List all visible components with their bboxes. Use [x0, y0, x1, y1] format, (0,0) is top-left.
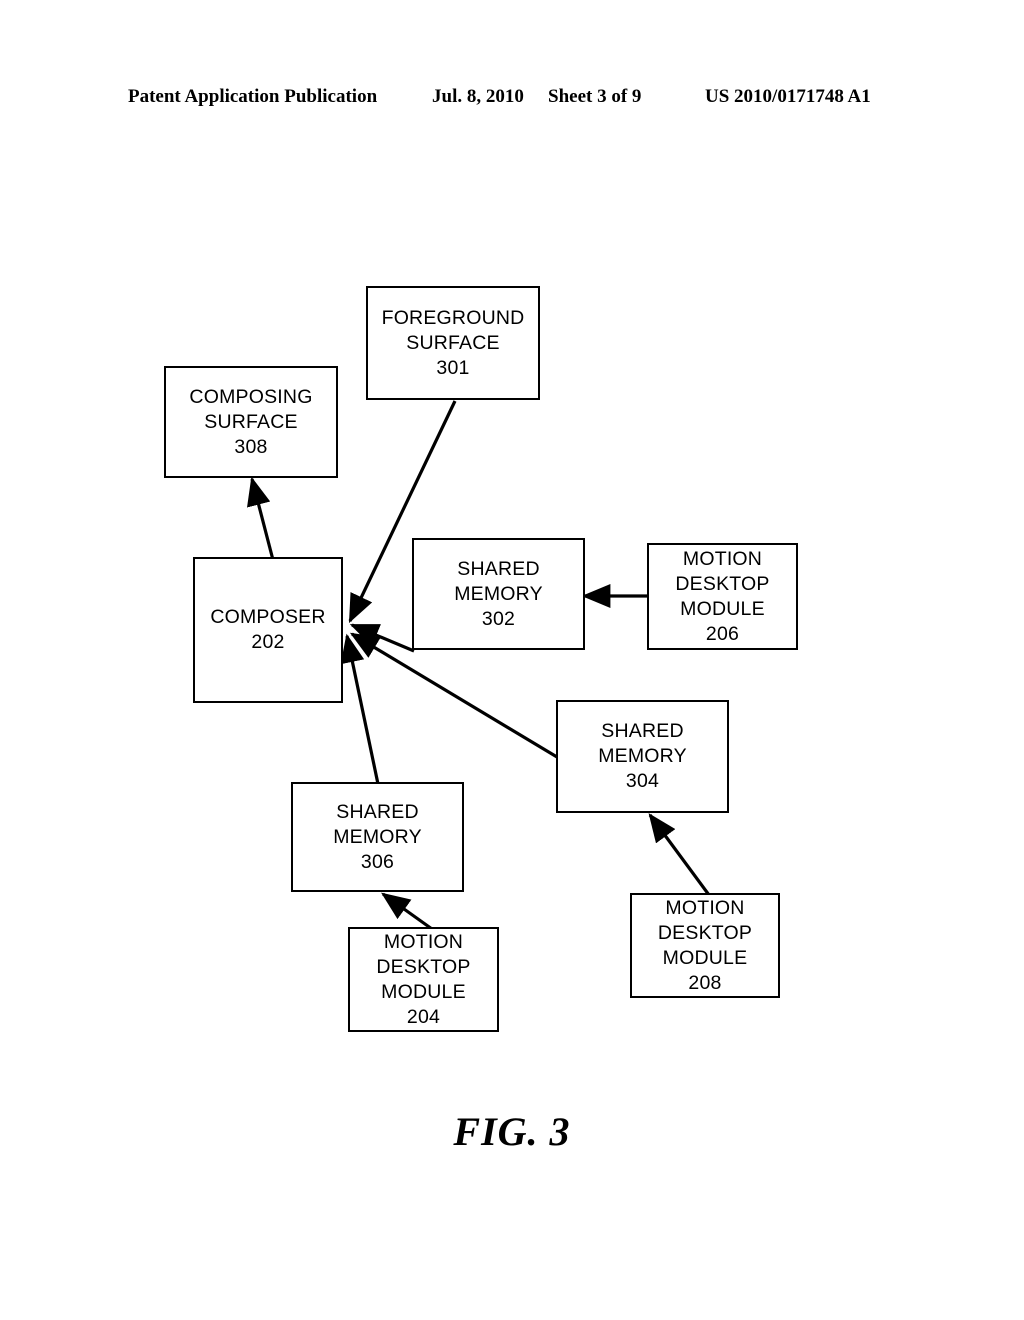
- node-label-line: MODULE: [662, 946, 748, 969]
- diagram-connector-layer: [247, 400, 711, 931]
- node-label-line: DESKTOP: [675, 572, 770, 595]
- node-reference-numeral: 308: [234, 435, 268, 458]
- edge-shared-memory-304-to-composer: [349, 632, 558, 759]
- node-reference-numeral: 301: [436, 356, 470, 379]
- edge-composer-to-composing-surface: [247, 476, 275, 561]
- node-foreground-surface: FOREGROUND SURFACE 301: [366, 286, 540, 400]
- node-label-line: MODULE: [680, 597, 765, 620]
- node-reference-numeral: 208: [688, 971, 722, 994]
- node-label-line: MOTION: [383, 930, 464, 953]
- node-reference-numeral: 306: [360, 850, 395, 873]
- node-motion-desktop-module-208: MOTION DESKTOP MODULE 208: [630, 893, 780, 998]
- edge-module-208-to-shared-memory-304: [648, 813, 711, 896]
- node-reference-numeral: 204: [406, 1005, 441, 1028]
- node-label-line: SURFACE: [204, 410, 298, 433]
- node-label-line: MOTION: [665, 896, 745, 919]
- node-label-line: FOREGROUND: [381, 306, 525, 329]
- edge-shared-memory-306-to-composer: [340, 633, 380, 785]
- node-reference-numeral: 202: [251, 631, 285, 653]
- edge-module-204-to-shared-memory-306: [381, 892, 433, 931]
- patent-drawing-page: Patent Application Publication Jul. 8, 2…: [0, 0, 1024, 1320]
- node-label-line: MODULE: [381, 980, 466, 1003]
- node-label-line: MEMORY: [598, 745, 687, 767]
- node-label-line: SHARED: [336, 800, 419, 823]
- node-reference-numeral: 206: [705, 622, 740, 645]
- node-label-line: DESKTOP: [657, 921, 753, 944]
- node-label-line: MEMORY: [454, 582, 543, 605]
- node-label-line: SURFACE: [406, 331, 500, 354]
- node-motion-desktop-module-206: MOTION DESKTOP MODULE 206: [647, 543, 798, 650]
- node-label-line: COMPOSER: [210, 606, 326, 628]
- node-shared-memory-306: SHARED MEMORY 306: [291, 782, 464, 892]
- node-motion-desktop-module-204: MOTION DESKTOP MODULE 204: [348, 927, 499, 1032]
- node-shared-memory-302: SHARED MEMORY 302: [412, 538, 585, 650]
- node-composing-surface: COMPOSING SURFACE 308: [164, 366, 338, 478]
- node-composer: COMPOSER 202: [193, 557, 343, 703]
- node-label-line: DESKTOP: [376, 955, 471, 978]
- node-label-line: MEMORY: [333, 825, 422, 848]
- node-reference-numeral: 304: [625, 770, 660, 792]
- node-label-line: COMPOSING: [189, 385, 313, 408]
- node-label-line: SHARED: [601, 720, 684, 742]
- node-label-line: SHARED: [457, 557, 540, 580]
- node-label-line: MOTION: [682, 547, 763, 570]
- node-reference-numeral: 302: [481, 607, 516, 630]
- node-shared-memory-304: SHARED MEMORY 304: [556, 700, 729, 813]
